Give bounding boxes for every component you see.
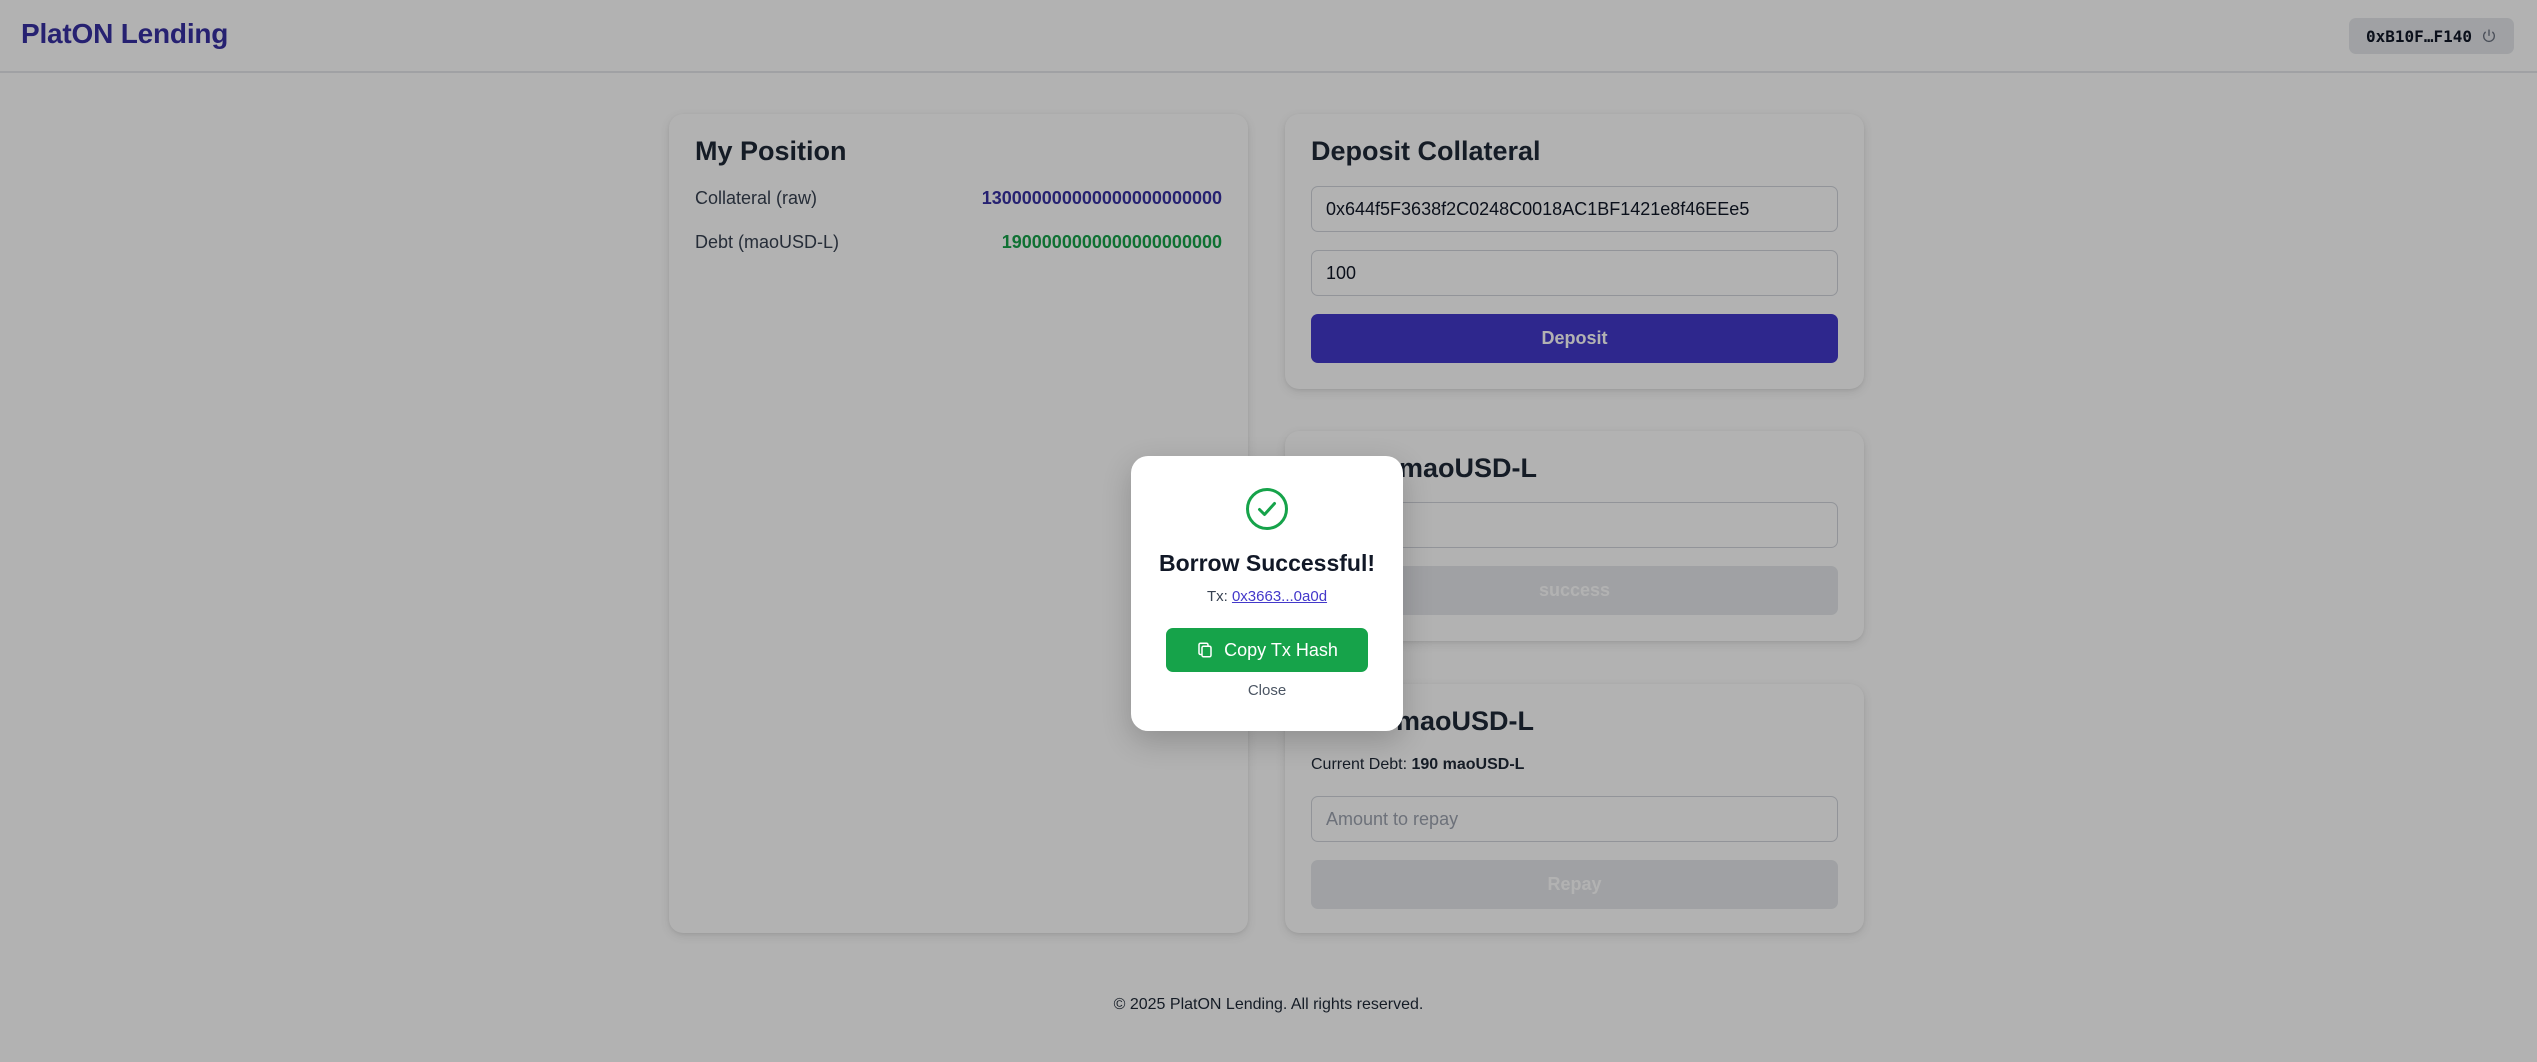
copy-tx-hash-button[interactable]: Copy Tx Hash [1166,628,1368,672]
copy-button-label: Copy Tx Hash [1224,639,1338,660]
modal-title: Borrow Successful! [1159,550,1375,576]
check-circle-icon [1246,488,1288,530]
borrow-success-modal: Borrow Successful! Tx: 0x3663...0a0d Cop… [1131,456,1403,731]
close-button[interactable]: Close [1131,682,1403,699]
page: PlatON Lending 0xB10F…F140 My Position C… [0,0,2537,1062]
tx-hash-link[interactable]: 0x3663...0a0d [1232,588,1327,605]
tx-line: Tx: 0x3663...0a0d [1131,588,1403,605]
copy-icon [1198,642,1212,658]
tx-prefix: Tx: [1206,588,1228,605]
